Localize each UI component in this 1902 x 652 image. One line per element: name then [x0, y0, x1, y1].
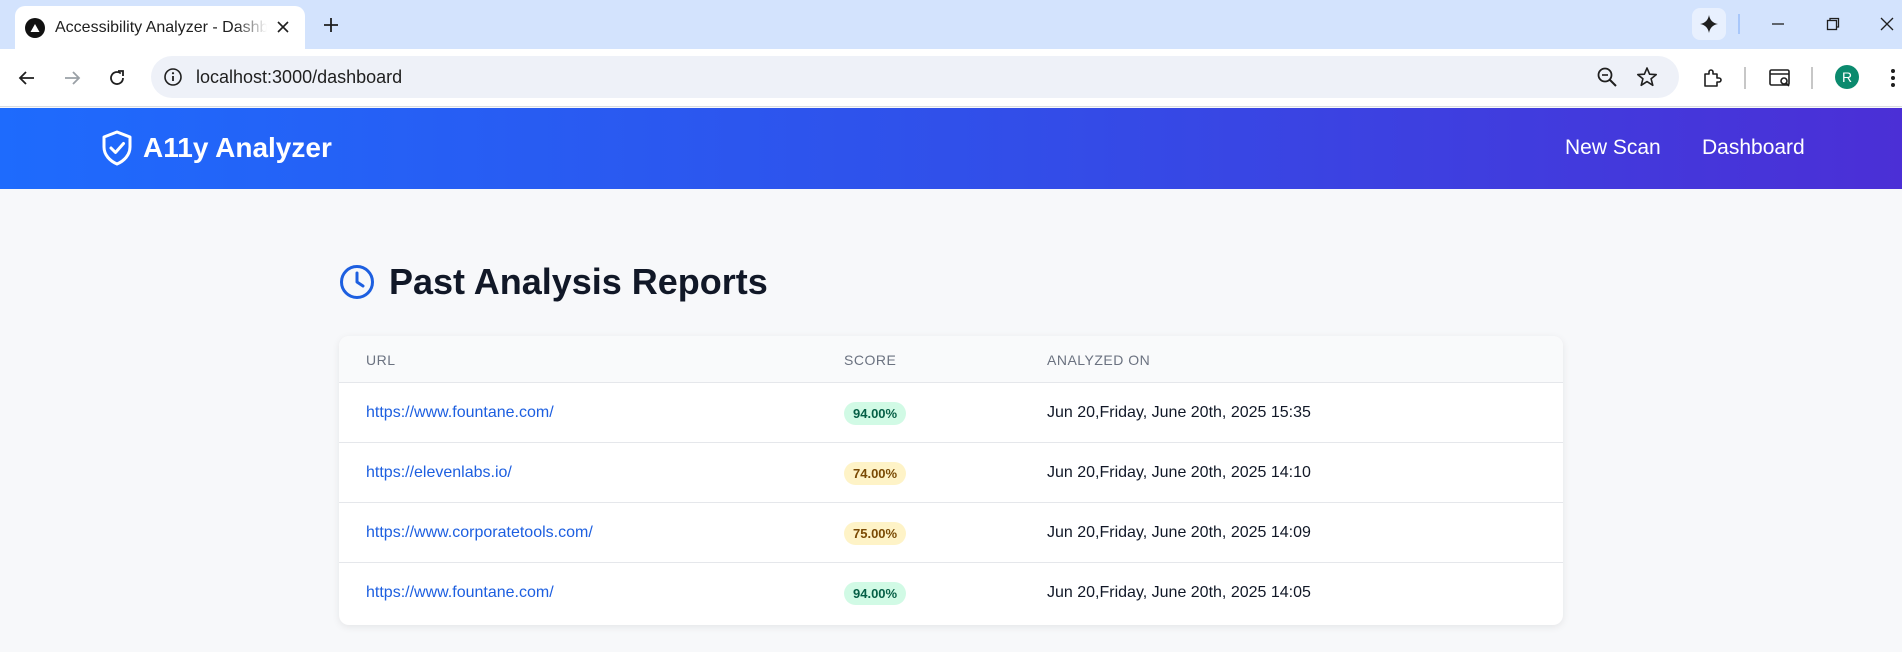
brand-name: A11y Analyzer	[143, 132, 332, 163]
analyzed-on-date: Jun 20,Friday, June 20th, 2025 14:05	[1047, 584, 1311, 601]
gemini-sparkle-icon[interactable]	[1692, 8, 1726, 40]
table-row[interactable]: https://www.corporatetools.com/ 75.00% J…	[339, 503, 1563, 563]
clock-icon	[340, 265, 374, 299]
site-info-icon[interactable]	[163, 67, 183, 87]
report-url-link[interactable]: https://elevenlabs.io/	[366, 464, 512, 482]
table-header: URL SCORE ANALYZED ON	[339, 336, 1563, 383]
table-row[interactable]: https://www.fountane.com/ 94.00% Jun 20,…	[339, 383, 1563, 443]
page-heading: Past Analysis Reports	[339, 261, 768, 303]
reports-table: URL SCORE ANALYZED ON https://www.founta…	[339, 336, 1563, 625]
column-header-score: SCORE	[844, 352, 897, 368]
profile-avatar[interactable]: R	[1835, 65, 1859, 89]
tab-search-icon[interactable]	[1767, 65, 1793, 91]
browser-tab-strip: Accessibility Analyzer - Dashboard	[0, 0, 1902, 49]
app-header: A11y Analyzer New Scan Dashboard	[0, 108, 1902, 189]
forward-arrow-icon[interactable]	[59, 65, 85, 91]
new-tab-plus-icon[interactable]	[318, 12, 344, 38]
toolbar-separator	[1744, 67, 1746, 89]
analyzed-on-date: Jun 20,Friday, June 20th, 2025 14:10	[1047, 464, 1311, 481]
tab-title: Accessibility Analyzer - Dashboard	[55, 18, 267, 36]
table-row[interactable]: https://elevenlabs.io/ 74.00% Jun 20,Fri…	[339, 443, 1563, 503]
triangle-favicon-icon	[25, 17, 45, 38]
toolbar-separator	[1811, 67, 1813, 89]
back-arrow-icon[interactable]	[14, 65, 40, 91]
bookmark-star-icon[interactable]	[1636, 66, 1658, 88]
report-url-link[interactable]: https://www.fountane.com/	[366, 584, 554, 602]
score-badge: 94.00%	[844, 402, 907, 425]
address-url: localhost:3000/dashboard	[196, 67, 403, 87]
extensions-puzzle-icon[interactable]	[1699, 65, 1725, 91]
zoom-out-icon[interactable]	[1596, 66, 1618, 88]
minimize-icon[interactable]	[1763, 10, 1793, 38]
score-badge: 74.00%	[844, 462, 907, 485]
report-url-link[interactable]: https://www.fountane.com/	[366, 404, 554, 422]
close-tab-icon[interactable]	[273, 17, 293, 37]
shield-check-icon	[102, 130, 132, 166]
brand-logo[interactable]: A11y Analyzer	[101, 130, 332, 166]
address-bar[interactable]: localhost:3000/dashboard	[151, 56, 1679, 98]
browser-tab[interactable]: Accessibility Analyzer - Dashboard	[15, 6, 305, 49]
nav-new-scan[interactable]: New Scan	[1565, 136, 1661, 160]
column-header-url: URL	[366, 352, 396, 368]
score-badge: 75.00%	[844, 522, 907, 545]
page-title: Past Analysis Reports	[389, 261, 768, 302]
score-badge: 94.00%	[844, 582, 907, 605]
reload-icon[interactable]	[104, 65, 130, 91]
analyzed-on-date: Jun 20,Friday, June 20th, 2025 15:35	[1047, 404, 1311, 421]
table-row[interactable]: https://www.fountane.com/ 94.00% Jun 20,…	[339, 563, 1563, 623]
report-url-link[interactable]: https://www.corporatetools.com/	[366, 524, 593, 542]
close-window-icon[interactable]	[1872, 10, 1902, 38]
browser-toolbar: localhost:3000/dashboard R	[0, 49, 1902, 107]
restore-icon[interactable]	[1818, 10, 1848, 38]
tab-strip-separator	[1738, 14, 1740, 34]
kebab-menu-icon[interactable]	[1880, 65, 1902, 91]
column-header-analyzed-on: ANALYZED ON	[1047, 352, 1151, 368]
analyzed-on-date: Jun 20,Friday, June 20th, 2025 14:09	[1047, 524, 1311, 541]
nav-dashboard[interactable]: Dashboard	[1702, 136, 1805, 160]
